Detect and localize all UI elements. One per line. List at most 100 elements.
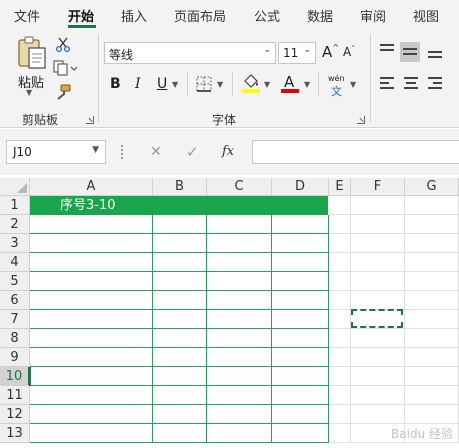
cell-c4[interactable]: [207, 253, 272, 272]
select-all-button[interactable]: [0, 178, 30, 196]
borders-button[interactable]: [196, 76, 212, 92]
cancel-icon[interactable]: ✕: [150, 144, 162, 160]
align-left-button[interactable]: [378, 76, 396, 94]
top-align-button[interactable]: [378, 42, 396, 60]
cell-f2[interactable]: [351, 215, 405, 234]
cell-d5[interactable]: [272, 272, 329, 291]
cell-e8[interactable]: [329, 329, 351, 348]
font-launcher-icon[interactable]: [357, 116, 365, 124]
underline-dropdown-icon[interactable]: ▼: [172, 80, 178, 89]
column-header-d[interactable]: D: [272, 178, 329, 196]
cell-b3[interactable]: [153, 234, 207, 253]
cell-b6[interactable]: [153, 291, 207, 310]
cell-f9[interactable]: [351, 348, 405, 367]
cell-e4[interactable]: [329, 253, 351, 272]
row-header-6[interactable]: 6: [0, 291, 30, 310]
tab-view[interactable]: 视图: [413, 6, 439, 25]
row-header-9[interactable]: 9: [0, 348, 30, 367]
column-header-g[interactable]: G: [405, 178, 459, 196]
cell-d12[interactable]: [272, 405, 329, 424]
cell-c11[interactable]: [207, 386, 272, 405]
cell-d6[interactable]: [272, 291, 329, 310]
cell-f4[interactable]: [351, 253, 405, 272]
cell-b12[interactable]: [153, 405, 207, 424]
cell-d9[interactable]: [272, 348, 329, 367]
copy-marquee-f7[interactable]: [351, 309, 403, 328]
column-header-f[interactable]: F: [351, 178, 405, 196]
cell-d11[interactable]: [272, 386, 329, 405]
cell-a13[interactable]: [30, 424, 153, 443]
cell-e7[interactable]: [329, 310, 351, 329]
cell-b10[interactable]: [153, 367, 207, 386]
cell-e11[interactable]: [329, 386, 351, 405]
row-header-12[interactable]: 12: [0, 405, 30, 424]
cut-button[interactable]: [55, 36, 71, 53]
cell-g9[interactable]: [405, 348, 459, 367]
increase-font-size-button[interactable]: A^: [322, 43, 340, 61]
cell-f5[interactable]: [351, 272, 405, 291]
cell-d4[interactable]: [272, 253, 329, 272]
cell-g1[interactable]: [405, 196, 459, 215]
cell-c13[interactable]: [207, 424, 272, 443]
row-header-10[interactable]: 10: [0, 367, 30, 386]
format-painter-button[interactable]: [55, 84, 71, 100]
font-size-select[interactable]: 11 ⌄: [278, 42, 316, 64]
underline-button[interactable]: U: [157, 76, 167, 92]
cell-e1[interactable]: [329, 196, 351, 215]
align-center-button[interactable]: [402, 76, 420, 94]
cell-e13[interactable]: [329, 424, 351, 443]
italic-button[interactable]: I: [135, 76, 141, 92]
cell-f6[interactable]: [351, 291, 405, 310]
cell-e10[interactable]: [329, 367, 351, 386]
cell-g3[interactable]: [405, 234, 459, 253]
row-header-1[interactable]: 1: [0, 196, 30, 215]
bold-button[interactable]: B: [110, 76, 121, 92]
cell-f12[interactable]: [351, 405, 405, 424]
enter-icon[interactable]: ✓: [186, 143, 199, 161]
tab-insert[interactable]: 插入: [121, 6, 147, 25]
cell-b7[interactable]: [153, 310, 207, 329]
cell-g11[interactable]: [405, 386, 459, 405]
name-box[interactable]: J10 ▼: [6, 140, 106, 164]
cell-e12[interactable]: [329, 405, 351, 424]
cell-b8[interactable]: [153, 329, 207, 348]
row-header-11[interactable]: 11: [0, 386, 30, 405]
row-header-13[interactable]: 13: [0, 424, 30, 443]
font-color-button[interactable]: A: [281, 73, 299, 95]
row-header-3[interactable]: 3: [0, 234, 30, 253]
middle-align-button[interactable]: [400, 42, 420, 62]
fill-color-button[interactable]: [242, 74, 260, 94]
paste-button[interactable]: [16, 36, 48, 72]
tab-file[interactable]: 文件: [14, 6, 40, 25]
cell-f3[interactable]: [351, 234, 405, 253]
paste-dropdown-icon[interactable]: ▼: [26, 88, 32, 97]
cell-a7[interactable]: [30, 310, 153, 329]
column-header-e[interactable]: E: [329, 178, 351, 196]
tab-review[interactable]: 审阅: [360, 6, 386, 25]
cell-a5[interactable]: [30, 272, 153, 291]
cell-g2[interactable]: [405, 215, 459, 234]
cell-e9[interactable]: [329, 348, 351, 367]
tab-formulas[interactable]: 公式: [254, 6, 280, 25]
cell-c5[interactable]: [207, 272, 272, 291]
cell-e3[interactable]: [329, 234, 351, 253]
tab-data[interactable]: 数据: [307, 6, 333, 25]
clipboard-launcher-icon[interactable]: [86, 116, 94, 124]
cell-c8[interactable]: [207, 329, 272, 348]
cell-d3[interactable]: [272, 234, 329, 253]
cell-b4[interactable]: [153, 253, 207, 272]
cell-f8[interactable]: [351, 329, 405, 348]
row-header-8[interactable]: 8: [0, 329, 30, 348]
cell-c2[interactable]: [207, 215, 272, 234]
cell-f11[interactable]: [351, 386, 405, 405]
cell-b2[interactable]: [153, 215, 207, 234]
cell-c9[interactable]: [207, 348, 272, 367]
cell-f1[interactable]: [351, 196, 405, 215]
cell-g8[interactable]: [405, 329, 459, 348]
row-header-7[interactable]: 7: [0, 310, 30, 329]
cell-a9[interactable]: [30, 348, 153, 367]
cell-c6[interactable]: [207, 291, 272, 310]
phonetic-dropdown-icon[interactable]: ▼: [350, 80, 356, 89]
splitter-handle[interactable]: [121, 145, 123, 159]
cell-a11[interactable]: [30, 386, 153, 405]
